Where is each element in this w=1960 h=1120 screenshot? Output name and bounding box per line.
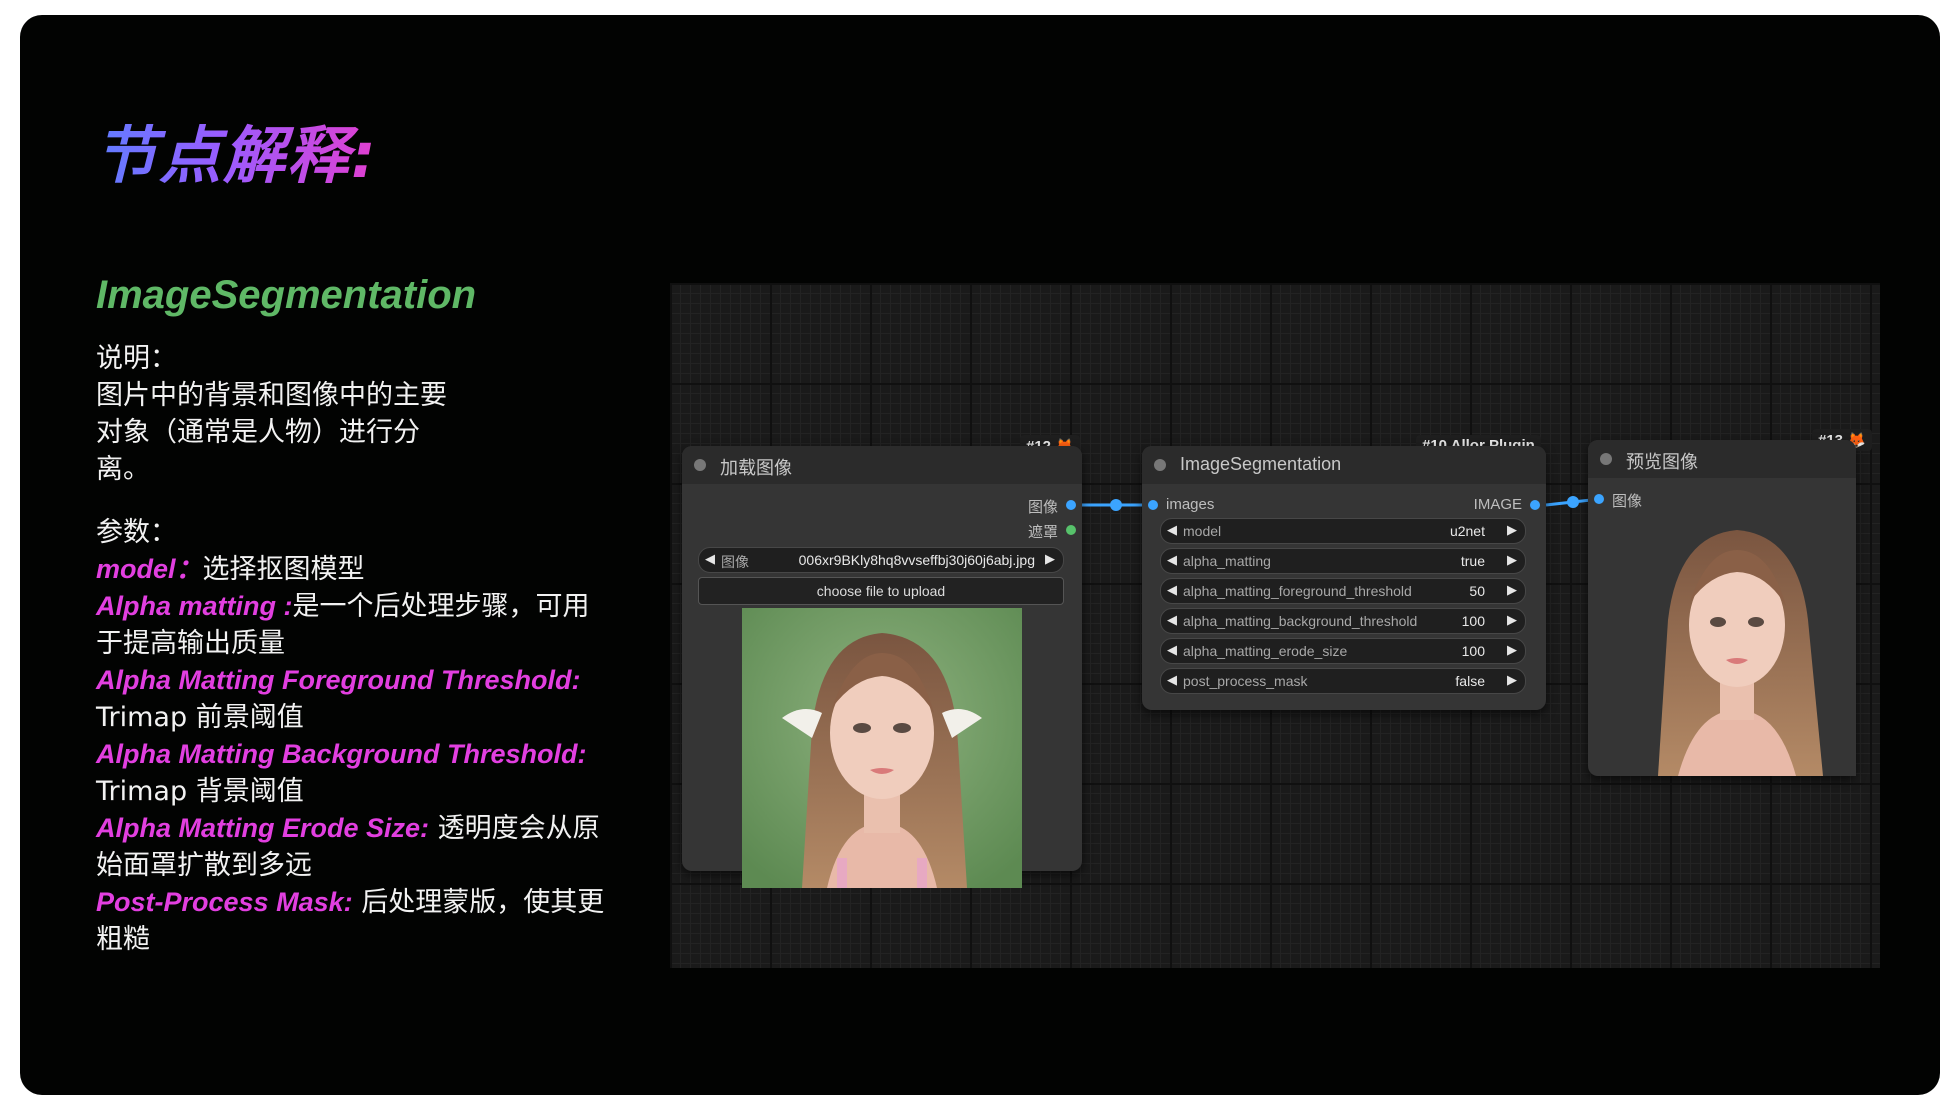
widget-value: 006xr9BKly8hq8vvseffbj30j60j6abj.jpg bbox=[798, 552, 1035, 568]
arrow-right-icon[interactable]: ▶ bbox=[1507, 552, 1517, 568]
node-title: ImageSegmentation bbox=[1180, 454, 1342, 474]
param-item: Alpha Matting Background Threshold: Trim… bbox=[96, 736, 596, 810]
widget-value: true bbox=[1460, 553, 1485, 569]
arrow-right-icon[interactable]: ▶ bbox=[1507, 642, 1517, 658]
output-mask-label: 遮罩 bbox=[1027, 524, 1058, 541]
portrait-image bbox=[742, 608, 1022, 888]
collapse-dot[interactable] bbox=[694, 459, 706, 471]
param-item: Alpha Matting Erode Size: 透明度会从原始面罩扩散到多远 bbox=[96, 810, 616, 884]
input-image-label: 图像 bbox=[1612, 493, 1643, 510]
param-text: 选择抠图模型 bbox=[202, 554, 365, 585]
arrow-right-icon[interactable]: ▶ bbox=[1507, 672, 1517, 688]
param-item: Alpha matting :是一个后处理步骤，可用于提高输出质量 bbox=[96, 588, 616, 662]
node-title: 加载图像 bbox=[720, 458, 792, 478]
model-combo[interactable]: ◀ model u2net ▶ bbox=[1160, 518, 1526, 544]
image-segmentation-node[interactable]: ImageSegmentation images IMAGE ◀ model u… bbox=[1142, 446, 1546, 710]
widget-value: 50 bbox=[1469, 583, 1485, 599]
output-image-label: 图像 bbox=[1027, 499, 1058, 516]
arrow-right-icon[interactable]: ▶ bbox=[1507, 612, 1517, 628]
fg-threshold-number[interactable]: ◀ alpha_matting_foreground_threshold 50 … bbox=[1160, 578, 1526, 604]
widget-value: 100 bbox=[1461, 613, 1485, 629]
description-block: 说明： 图片中的背景和图像中的主要对象（通常是人物）进行分离。 参数： mode… bbox=[96, 340, 636, 958]
widget-label: alpha_matting_erode_size bbox=[1183, 643, 1348, 659]
widget-value: false bbox=[1455, 673, 1485, 689]
param-key: Post-Process Mask: bbox=[96, 887, 353, 917]
node-header[interactable]: ImageSegmentation bbox=[1142, 446, 1546, 484]
output-image-label: IMAGE bbox=[1473, 496, 1522, 513]
param-key: Alpha Matting Erode Size: bbox=[96, 813, 430, 843]
loaded-image-preview bbox=[742, 608, 1022, 888]
widget-value: u2net bbox=[1449, 523, 1485, 539]
node-header[interactable]: 加载图像 bbox=[682, 446, 1082, 484]
node-heading: ImageSegmentation bbox=[96, 273, 477, 317]
param-key: Alpha matting : bbox=[96, 591, 293, 621]
arrow-left-icon[interactable]: ◀ bbox=[1167, 642, 1177, 658]
widget-label: model bbox=[1183, 523, 1222, 539]
collapse-dot[interactable] bbox=[1154, 459, 1166, 471]
upload-button[interactable]: choose file to upload bbox=[698, 577, 1064, 605]
post-process-mask-toggle[interactable]: ◀ post_process_mask false ▶ bbox=[1160, 668, 1526, 694]
erode-size-number[interactable]: ◀ alpha_matting_erode_size 100 ▶ bbox=[1160, 638, 1526, 664]
node-title: 预览图像 bbox=[1626, 452, 1698, 472]
param-key: Alpha Matting Background Threshold: bbox=[96, 739, 587, 769]
widget-label: alpha_matting_background_threshold bbox=[1183, 613, 1418, 629]
desc-label: 说明： bbox=[96, 343, 177, 374]
arrow-left-icon[interactable]: ◀ bbox=[1167, 522, 1177, 538]
output-mask-slot[interactable] bbox=[1066, 525, 1076, 535]
collapse-dot[interactable] bbox=[1600, 453, 1612, 465]
image-file-combo[interactable]: ◀ 图像 006xr9BKly8hq8vvseffbj30j60j6abj.jp… bbox=[698, 547, 1064, 573]
segmented-portrait-image bbox=[1618, 510, 1856, 776]
arrow-left-icon[interactable]: ◀ bbox=[705, 551, 715, 567]
load-image-node[interactable]: 加载图像 图像 遮罩 ◀ 图像 006xr9BKly8hq8vvseffbj30… bbox=[682, 446, 1082, 888]
param-text: Trimap 背景阈值 bbox=[96, 776, 304, 807]
input-image-slot[interactable] bbox=[1594, 494, 1604, 504]
slide-title: 节点解释: bbox=[95, 105, 378, 195]
arrow-right-icon[interactable]: ▶ bbox=[1507, 522, 1517, 538]
link-midpoint bbox=[1110, 499, 1122, 511]
segmented-image-preview bbox=[1618, 510, 1856, 776]
arrow-right-icon[interactable]: ▶ bbox=[1507, 582, 1517, 598]
output-image-slot[interactable] bbox=[1530, 500, 1540, 510]
widget-label: alpha_matting bbox=[1183, 553, 1271, 569]
widget-label: post_process_mask bbox=[1183, 673, 1308, 689]
bg-threshold-number[interactable]: ◀ alpha_matting_background_threshold 100… bbox=[1160, 608, 1526, 634]
node-canvas[interactable]: #12 🦊 加载图像 图像 遮罩 ◀ 图像 006xr9BKly8hq8vvse… bbox=[670, 283, 1880, 968]
alpha-matting-toggle[interactable]: ◀ alpha_matting true ▶ bbox=[1160, 548, 1526, 574]
output-image-slot[interactable] bbox=[1066, 500, 1076, 510]
param-key: Alpha Matting Foreground Threshold: bbox=[96, 665, 581, 695]
slide: 节点解释: ImageSegmentation 说明： 图片中的背景和图像中的主… bbox=[20, 15, 1940, 1095]
arrow-right-icon[interactable]: ▶ bbox=[1045, 551, 1055, 567]
input-images-slot[interactable] bbox=[1148, 500, 1158, 510]
param-item: Post-Process Mask: 后处理蒙版，使其更粗糙 bbox=[96, 884, 606, 958]
desc-text: 图片中的背景和图像中的主要对象（通常是人物）进行分离。 bbox=[96, 380, 447, 485]
arrow-left-icon[interactable]: ◀ bbox=[1167, 672, 1177, 688]
param-item: Alpha Matting Foreground Threshold: Trim… bbox=[96, 662, 636, 736]
node-header[interactable]: 预览图像 bbox=[1588, 440, 1856, 478]
param-key: model： bbox=[96, 554, 203, 584]
input-images-label: images bbox=[1166, 496, 1215, 513]
arrow-left-icon[interactable]: ◀ bbox=[1167, 582, 1177, 598]
link-midpoint bbox=[1567, 496, 1579, 508]
param-text: Trimap 前景阈值 bbox=[96, 702, 304, 733]
params-label: 参数： bbox=[96, 517, 177, 548]
widget-label: 图像 bbox=[721, 554, 749, 570]
widget-value: 100 bbox=[1461, 643, 1485, 659]
param-item: model：选择抠图模型 bbox=[96, 551, 636, 588]
preview-image-node[interactable]: 预览图像 图像 bbox=[1588, 440, 1856, 776]
arrow-left-icon[interactable]: ◀ bbox=[1167, 552, 1177, 568]
arrow-left-icon[interactable]: ◀ bbox=[1167, 612, 1177, 628]
widget-label: alpha_matting_foreground_threshold bbox=[1183, 583, 1412, 599]
